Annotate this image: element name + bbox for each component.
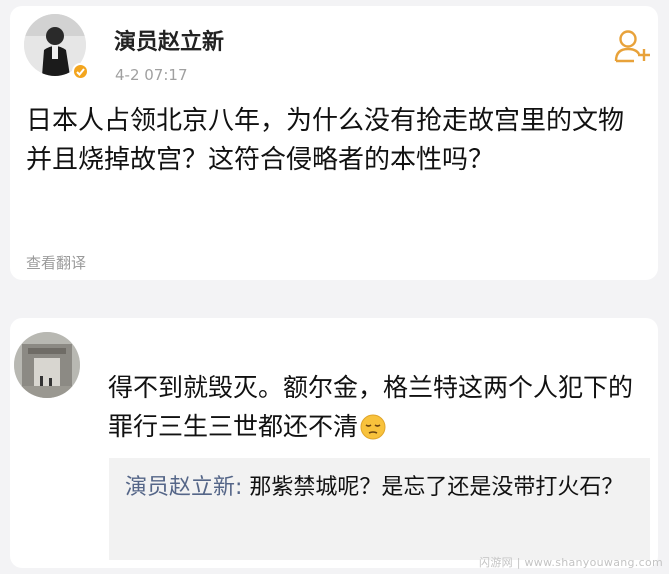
pensive-face-emoji-icon <box>360 412 386 440</box>
add-user-icon[interactable] <box>614 28 654 64</box>
translate-link[interactable]: 查看翻译 <box>26 252 86 273</box>
post-text: 日本人占领北京八年，为什么没有抢走故宫里的文物并且烧掉故宫？这符合侵略者的本性吗… <box>26 106 625 175</box>
comment-text: 得不到就毁灭。额尔金，格兰特这两个人犯下的罪行三生三世都还不清 <box>108 368 648 446</box>
reply-text: 演员赵立新: 那紫禁城呢？是忘了还是没带打火石？ <box>125 468 635 507</box>
post-time: 4-2 07:17 <box>115 66 188 84</box>
reply-box[interactable]: 演员赵立新: 那紫禁城呢？是忘了还是没带打火石？ <box>109 458 650 560</box>
comment-card: 得不到就毁灭。额尔金，格兰特这两个人犯下的罪行三生三世都还不清 演员赵立新: 那… <box>10 318 658 568</box>
author-name[interactable]: 演员赵立新 <box>114 24 224 56</box>
watermark: 闪游网 | www.shanyouwang.com <box>479 556 663 569</box>
commenter-avatar[interactable] <box>14 332 80 398</box>
verified-badge-icon <box>72 63 89 80</box>
reply-body: 那紫禁城呢？是忘了还是没带打火石？ <box>242 475 624 500</box>
post-card: 演员赵立新 4-2 07:17 日本人占领北京八年，为什么没有抢走故宫里的文物并… <box>10 6 658 280</box>
reply-author[interactable]: 演员赵立新: <box>125 475 242 500</box>
